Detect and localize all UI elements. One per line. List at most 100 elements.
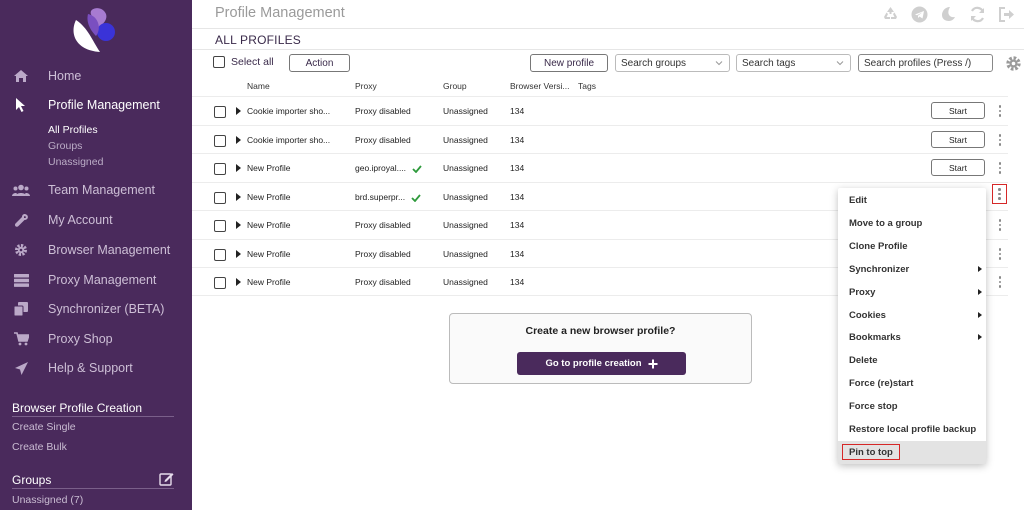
menu-item-synchronizer[interactable]: Synchronizer [838,258,986,281]
create-bulk-link[interactable]: Create Bulk [12,441,67,453]
groups-title: Groups [12,473,52,487]
row-checkbox[interactable] [214,277,226,289]
moon-icon[interactable] [938,4,958,24]
row-checkbox[interactable] [214,163,226,175]
menu-item-restore-backup[interactable]: Restore local profile backup [838,418,986,441]
sidebar: Home Profile Management All Profiles Gro… [0,0,192,510]
recycle-icon[interactable] [880,4,900,24]
new-profile-button[interactable]: New profile [530,54,608,72]
more-options-icon[interactable] [992,217,1008,233]
nav-home[interactable]: Home [0,63,192,89]
checkbox[interactable] [213,56,225,68]
profile-name[interactable]: New Profile [247,277,290,287]
column-header-browser-version[interactable]: Browser Versi... [510,81,570,91]
start-button[interactable]: Start [931,159,985,176]
menu-item-force-stop[interactable]: Force stop [838,395,986,418]
search-groups-dropdown[interactable]: Search groups [615,54,730,72]
nav-proxy-management[interactable]: Proxy Management [0,267,192,293]
nav-my-account[interactable]: My Account [0,207,192,233]
more-options-icon[interactable] [992,274,1008,290]
expand-caret-icon[interactable] [236,136,241,144]
menu-item-clone-profile[interactable]: Clone Profile [838,235,986,258]
table-row[interactable]: Cookie importer sho... Proxy disabled Un… [192,125,1008,154]
profile-browser-version: 134 [510,249,525,259]
search-profiles-input[interactable]: Search profiles (Press /) [858,54,993,72]
column-header-name[interactable]: Name [247,81,270,91]
more-options-icon[interactable] [992,246,1008,262]
profile-group: Unassigned [443,163,488,173]
sub-groups[interactable]: Groups [48,140,82,152]
profile-name[interactable]: New Profile [247,220,290,230]
users-icon [12,181,30,199]
start-button[interactable]: Start [931,102,985,119]
profile-name[interactable]: Cookie importer sho... [247,106,330,116]
nav-help-support[interactable]: Help & Support [0,355,192,381]
nav-proxy-shop[interactable]: Proxy Shop [0,326,192,352]
menu-item-bookmarks[interactable]: Bookmarks [838,326,986,349]
settings-gear-icon[interactable] [1005,55,1022,72]
select-all-checkbox[interactable]: Select all [213,56,274,68]
nav-home-label: Home [48,69,82,83]
expand-caret-icon[interactable] [236,107,241,115]
search-tags-dropdown[interactable]: Search tags [736,54,851,72]
nav-proxy-management-label: Proxy Management [48,273,157,287]
profile-name[interactable]: Cookie importer sho... [247,135,330,145]
more-options-icon[interactable] [992,103,1008,119]
menu-item-label: Edit [849,194,867,206]
more-options-icon[interactable] [992,160,1008,176]
go-to-profile-creation-label: Go to profile creation [545,358,642,369]
menu-item-delete[interactable]: Delete [838,349,986,372]
profile-name[interactable]: New Profile [247,249,290,259]
refresh-icon[interactable] [967,4,987,24]
expand-caret-icon[interactable] [236,221,241,229]
row-checkbox[interactable] [214,249,226,261]
menu-item-move-to-group[interactable]: Move to a group [838,212,986,235]
go-to-profile-creation-button[interactable]: Go to profile creation [517,352,686,375]
nav-profile-management[interactable]: Profile Management [0,92,192,118]
menu-item-edit[interactable]: Edit [838,189,986,212]
telegram-icon[interactable] [909,4,929,24]
sub-unassigned[interactable]: Unassigned [48,156,103,168]
divider [192,49,1024,50]
logout-icon[interactable] [996,4,1016,24]
menu-item-label: Move to a group [849,217,923,229]
expand-caret-icon[interactable] [236,278,241,286]
nav-profile-management-label: Profile Management [48,98,160,112]
column-header-proxy[interactable]: Proxy [355,81,377,91]
sub-all-profiles[interactable]: All Profiles [48,124,98,136]
create-single-link[interactable]: Create Single [12,421,76,433]
expand-caret-icon[interactable] [236,250,241,258]
more-options-icon[interactable] [992,184,1007,204]
row-checkbox[interactable] [214,106,226,118]
profile-name[interactable]: New Profile [247,192,290,202]
checkmark-icon [412,165,422,173]
expand-caret-icon[interactable] [236,193,241,201]
table-row[interactable]: New Profile geo.iproyal.... Unassigned 1… [192,153,1008,182]
profile-group: Unassigned [443,277,488,287]
column-header-tags[interactable]: Tags [578,81,596,91]
row-checkbox[interactable] [214,135,226,147]
menu-item-pin-to-top[interactable]: Pin to top [838,441,986,464]
page-title: Profile Management [215,5,345,21]
more-options-icon[interactable] [992,132,1008,148]
menu-item-proxy[interactable]: Proxy [838,281,986,304]
column-header-group[interactable]: Group [443,81,467,91]
nav-browser-management[interactable]: Browser Management [0,237,192,263]
expand-caret-icon[interactable] [236,164,241,172]
table-row[interactable]: Cookie importer sho... Proxy disabled Un… [192,96,1008,125]
nav-team-management[interactable]: Team Management [0,177,192,203]
start-button[interactable]: Start [931,131,985,148]
profile-proxy: geo.iproyal.... [355,163,422,173]
group-unassigned-link[interactable]: Unassigned (7) [12,494,83,506]
menu-item-force-restart[interactable]: Force (re)start [838,372,986,395]
nav-synchronizer[interactable]: Synchronizer (BETA) [0,296,192,322]
context-menu: Edit Move to a group Clone Profile Synch… [838,188,986,464]
action-button[interactable]: Action [289,54,350,72]
submenu-arrow-icon [978,289,982,295]
profile-proxy: Proxy disabled [355,220,411,230]
menu-item-cookies[interactable]: Cookies [838,304,986,327]
profile-name[interactable]: New Profile [247,163,290,173]
send-icon [12,359,30,377]
row-checkbox[interactable] [214,220,226,232]
row-checkbox[interactable] [214,192,226,204]
